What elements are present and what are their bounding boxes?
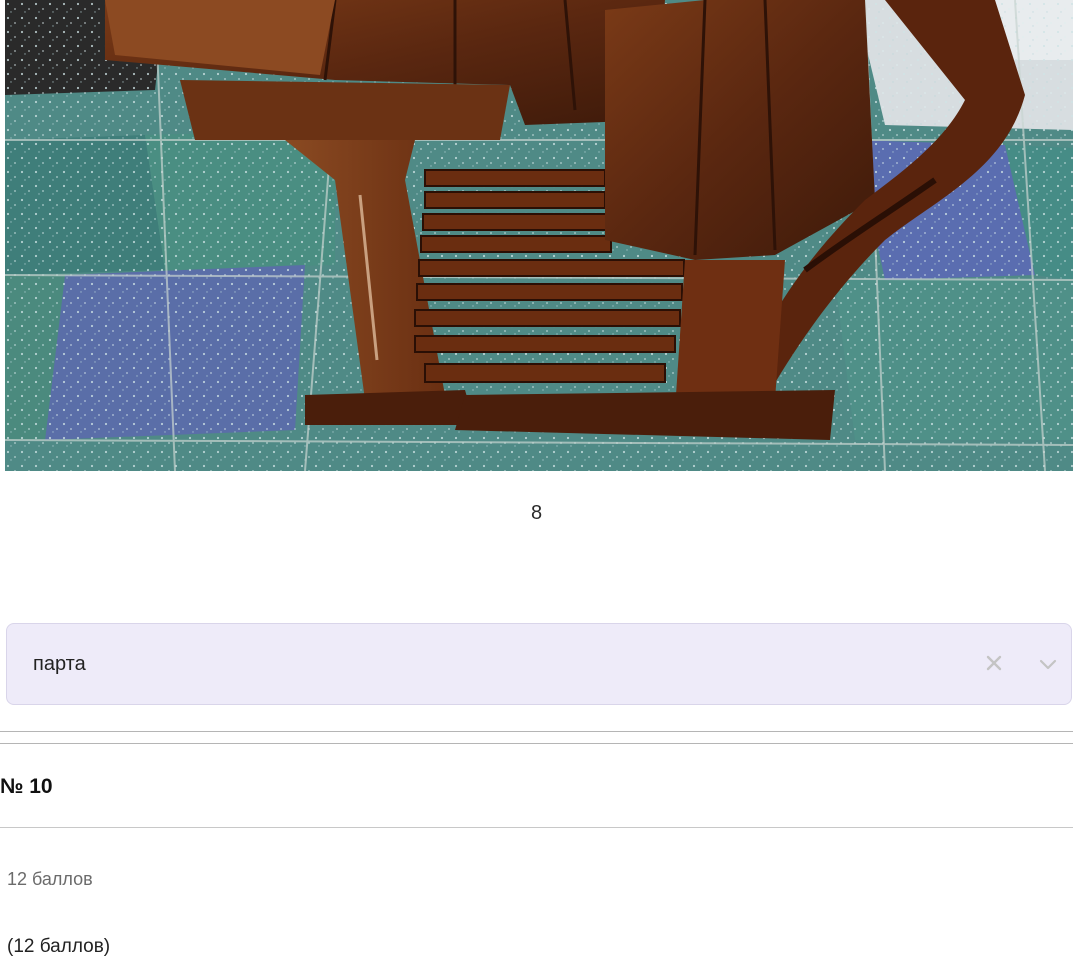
answer-select-value: парта [33, 653, 86, 675]
image-caption: 8 [530, 502, 543, 524]
question-title: № 10 [0, 775, 53, 798]
school-desk-photo [5, 0, 1073, 471]
chevron-down-icon[interactable] [1037, 655, 1059, 673]
close-icon[interactable] [983, 652, 1005, 674]
answer-select[interactable]: парта [6, 623, 1072, 705]
question-points: 12 баллов [7, 869, 93, 889]
divider [0, 731, 1073, 732]
question-points-note: (12 баллов) [7, 936, 111, 957]
divider [0, 827, 1073, 828]
divider [0, 743, 1073, 744]
